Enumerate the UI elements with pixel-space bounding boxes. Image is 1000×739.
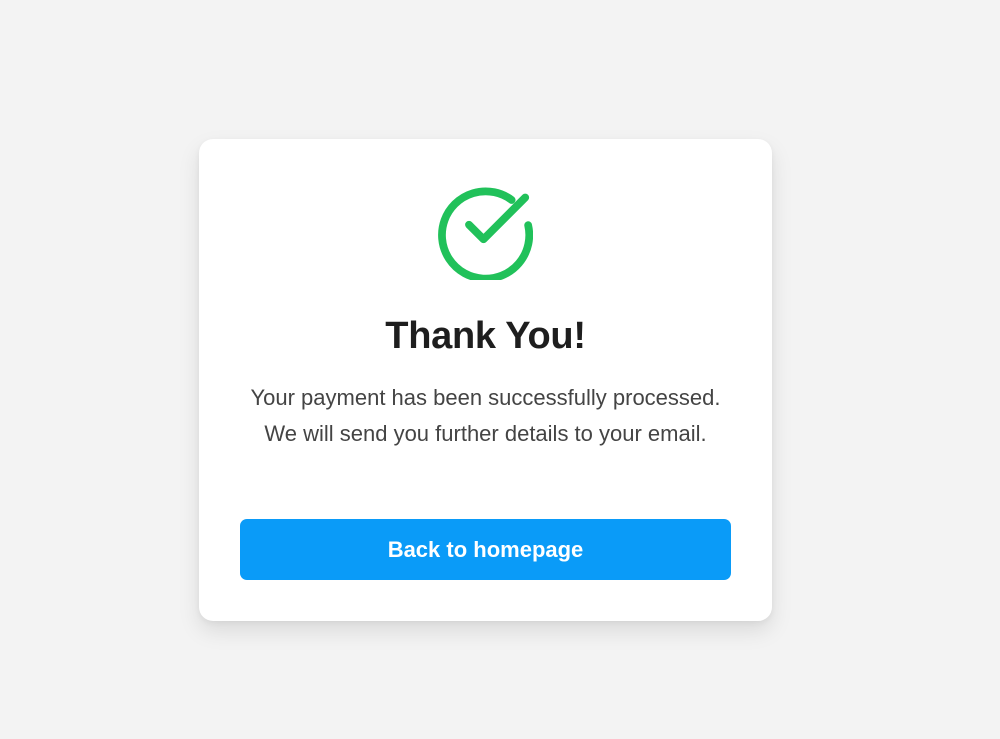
confirmation-message: Your payment has been successfully proce…: [250, 385, 721, 446]
check-circle-icon: [436, 183, 533, 280]
back-to-homepage-button[interactable]: Back to homepage: [240, 519, 731, 580]
confirmation-title: Thank You!: [385, 315, 586, 357]
confirmation-card: Thank You! Your payment has been success…: [199, 139, 772, 621]
